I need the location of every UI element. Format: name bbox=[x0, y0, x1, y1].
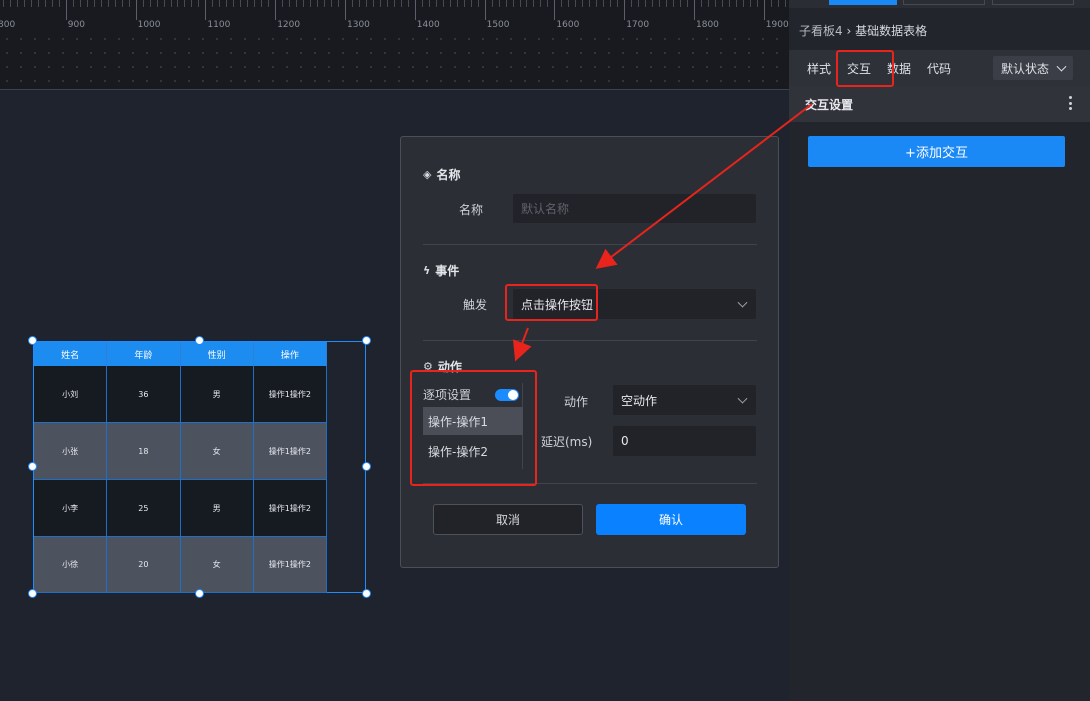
annotation-arrows bbox=[512, 103, 813, 362]
